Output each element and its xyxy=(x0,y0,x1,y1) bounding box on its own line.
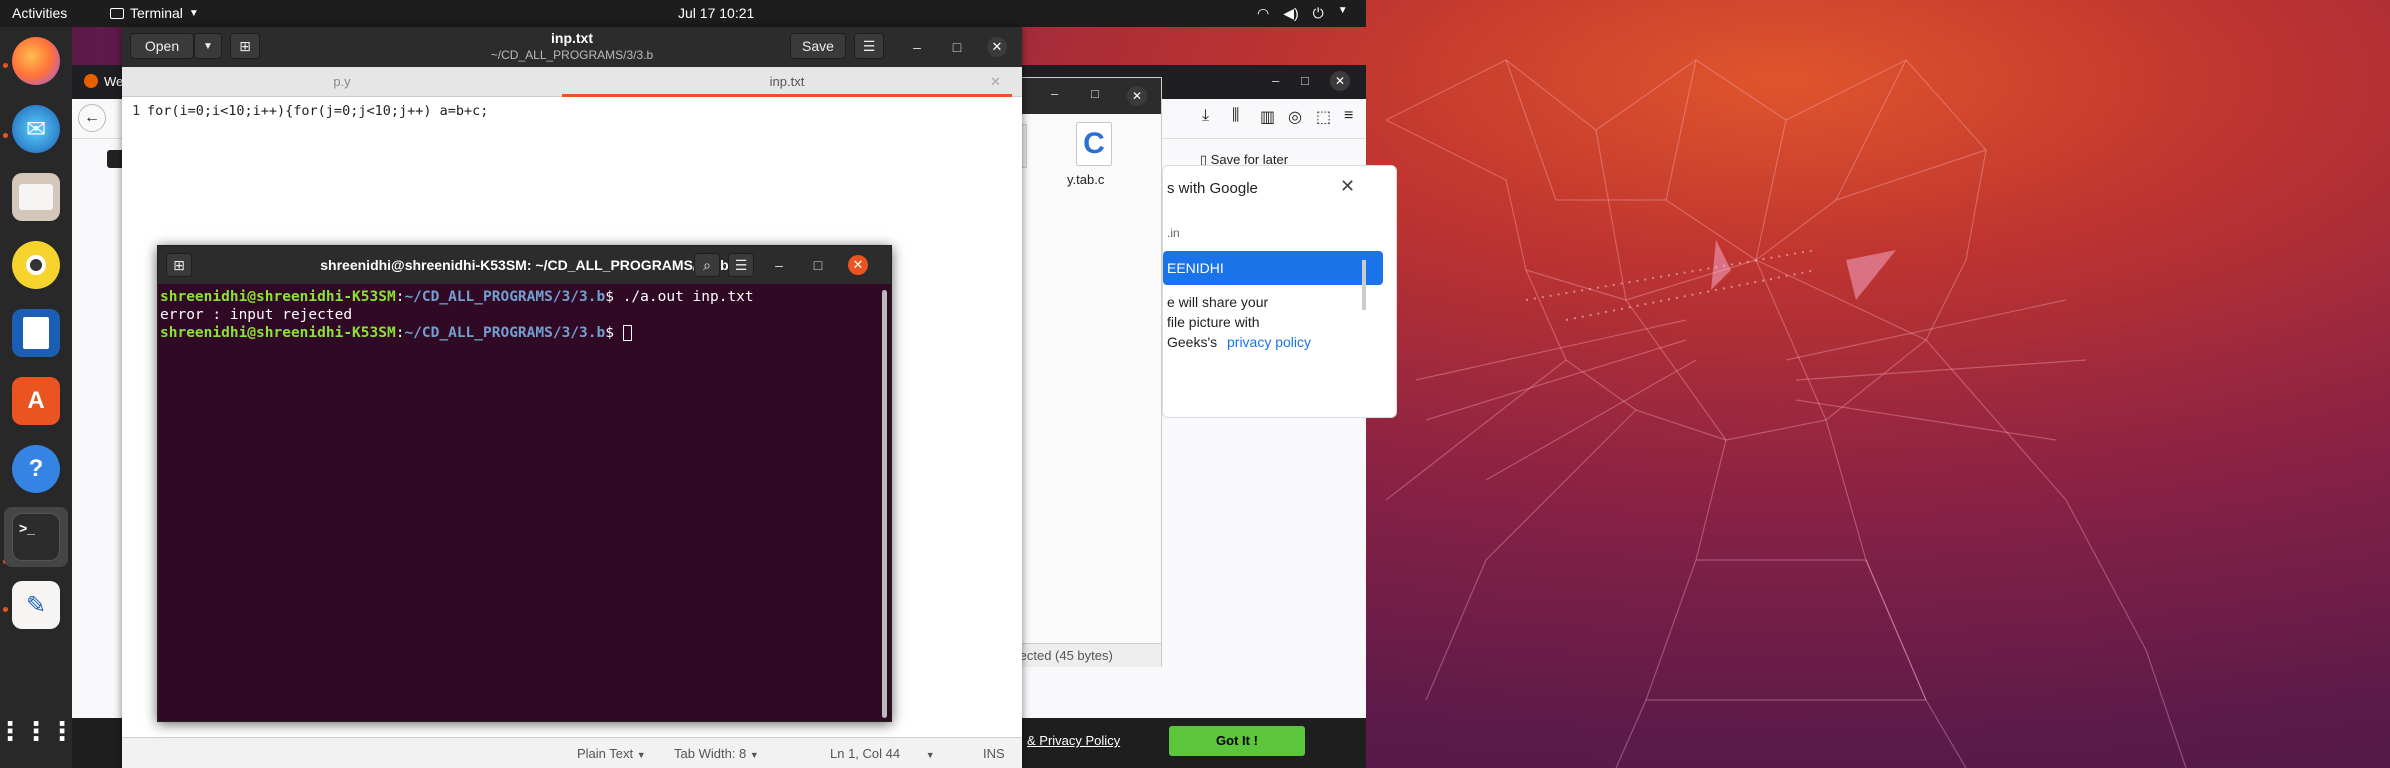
firefox-tab-title[interactable]: We xyxy=(104,74,123,89)
terminal-line: shreenidhi@shreenidhi-K53SM:~/CD_ALL_PRO… xyxy=(160,289,754,305)
firefox-icon[interactable] xyxy=(12,37,60,85)
tab-close-icon[interactable]: ✕ xyxy=(990,67,1001,97)
tray-caret-icon: ▼ xyxy=(1337,5,1348,16)
google-close-icon[interactable]: ✕ xyxy=(1340,176,1355,197)
google-signin-title: s with Google xyxy=(1167,180,1258,197)
terminal-search-button[interactable]: ⌕ xyxy=(694,253,720,277)
insert-mode-indicator[interactable]: INS xyxy=(983,746,1005,761)
terminal-close-icon[interactable]: ✕ xyxy=(848,255,868,275)
google-signin-text-1: e will share your xyxy=(1167,294,1269,310)
gedit-title: inp.txt xyxy=(551,30,593,46)
file-manager-window: – □ ✕ C y.tab.c selected (45 bytes) xyxy=(1000,77,1162,667)
software-icon[interactable]: A xyxy=(12,377,60,425)
gedit-headerbar: Open ▼ ⊞ inp.txt ~/CD_ALL_PROGRAMS/3/3.b… xyxy=(122,27,1022,67)
caret-down-icon: ▼ xyxy=(749,750,759,760)
running-indicator xyxy=(3,63,8,68)
gedit-maximize-icon[interactable]: □ xyxy=(947,37,967,57)
terminal-minimize-icon[interactable]: – xyxy=(769,255,789,275)
extensions-icon[interactable]: ⬚ xyxy=(1316,107,1331,127)
line-number: 1 xyxy=(132,103,141,119)
firefox-scrollbar[interactable] xyxy=(1362,260,1366,310)
terminal-line: error : input rejected xyxy=(160,307,353,323)
dock: ✉ A ? >_ ✎ ⋮⋮⋮ xyxy=(0,27,75,768)
terminal-maximize-icon[interactable]: □ xyxy=(808,255,828,275)
hamburger-icon: ☰ xyxy=(734,256,748,273)
tab-label: inp.txt xyxy=(769,74,805,89)
sidebar-icon[interactable]: ▥ xyxy=(1260,107,1275,127)
editor-line-1[interactable]: for(i=0;i<10;i++){for(j=0;j<10;j++) a=b+… xyxy=(147,103,488,119)
gedit-close-icon[interactable]: ✕ xyxy=(987,37,1007,57)
google-signin-text-3: Geeks's xyxy=(1167,334,1218,350)
power-icon: ⏻ xyxy=(1312,5,1324,21)
google-continue-button[interactable]: EENIDHI xyxy=(1163,251,1383,285)
google-signin-email: .in xyxy=(1167,226,1180,240)
cookie-accept-button[interactable]: Got It ! xyxy=(1169,726,1305,756)
files-maximize-icon[interactable]: □ xyxy=(1091,86,1099,101)
files-icon[interactable] xyxy=(12,173,60,221)
google-signin-text-2: file picture with xyxy=(1167,314,1260,330)
tab-width-selector[interactable]: Tab Width: 8 ▼ xyxy=(674,746,759,761)
text-editor-icon[interactable]: ✎ xyxy=(12,581,60,629)
gedit-minimize-icon[interactable]: – xyxy=(907,37,927,57)
terminal-window: ⊞ shreenidhi@shreenidhi-K53SM: ~/CD_ALL_… xyxy=(157,245,892,722)
top-bar: Activities Terminal ▼ Jul 17 10:21 ◠ ◀) … xyxy=(0,0,1366,27)
caret-down-icon: ▼ xyxy=(636,750,646,760)
hamburger-menu-icon[interactable]: ≡ xyxy=(1344,107,1353,125)
firefox-minimize-icon[interactable]: – xyxy=(1272,73,1279,88)
writer-icon[interactable] xyxy=(12,309,60,357)
activities-button[interactable]: Activities xyxy=(12,5,67,21)
terminal-small-icon xyxy=(110,7,124,19)
clock[interactable]: Jul 17 10:21 xyxy=(678,5,754,21)
caret-down-icon: ▼ xyxy=(925,750,935,760)
files-status-bar: selected (45 bytes) xyxy=(1001,643,1161,667)
terminal-icon[interactable]: >_ xyxy=(12,513,60,561)
cat-artwork xyxy=(1385,59,2187,768)
tab-inp-txt[interactable]: inp.txt ✕ xyxy=(562,67,1012,97)
terminal-cursor xyxy=(622,325,632,341)
wifi-icon: ◠ xyxy=(1257,5,1270,21)
app-menu[interactable]: Terminal ▼ xyxy=(110,5,199,21)
download-icon[interactable]: ⤓ xyxy=(1202,107,1209,125)
rhythmbox-icon[interactable] xyxy=(12,241,60,289)
files-minimize-icon[interactable]: – xyxy=(1051,86,1058,101)
c-file-icon[interactable]: C xyxy=(1076,122,1112,166)
terminal-output[interactable]: shreenidhi@shreenidhi-K53SM:~/CD_ALL_PRO… xyxy=(158,284,878,721)
syntax-selector[interactable]: Plain Text ▼ xyxy=(577,746,646,761)
cursor-position-selector[interactable]: Ln 1, Col 44 ▼ xyxy=(830,746,935,761)
cookie-privacy-link[interactable]: & Privacy Policy xyxy=(1027,733,1120,748)
system-tray[interactable]: ◠ ◀) ⏻ ▼ xyxy=(1257,5,1348,22)
firefox-tab-favicon xyxy=(84,74,98,88)
terminal-headerbar: ⊞ shreenidhi@shreenidhi-K53SM: ~/CD_ALL_… xyxy=(158,246,891,284)
account-icon[interactable]: ◎ xyxy=(1288,107,1302,127)
terminal-scrollbar[interactable] xyxy=(882,290,887,718)
secondary-monitor-wallpaper xyxy=(1366,0,2390,768)
gedit-menu-button[interactable]: ☰ xyxy=(854,33,884,59)
volume-icon: ◀) xyxy=(1283,5,1299,21)
running-indicator xyxy=(3,133,8,138)
caret-down-icon: ▼ xyxy=(188,7,199,19)
show-apps-icon[interactable]: ⋮⋮⋮ xyxy=(0,707,75,755)
gedit-tabbar: p.y inp.txt ✕ xyxy=(122,67,1022,97)
thunderbird-icon[interactable]: ✉ xyxy=(12,105,60,153)
terminal-menu-button[interactable]: ☰ xyxy=(728,253,754,277)
gedit-subtitle: ~/CD_ALL_PROGRAMS/3/3.b xyxy=(490,48,654,62)
gedit-statusbar: Plain Text ▼ Tab Width: 8 ▼ Ln 1, Col 44… xyxy=(122,737,1022,768)
app-menu-label: Terminal xyxy=(130,5,183,21)
library-icon[interactable]: ⫼ xyxy=(1232,107,1239,125)
file-manager-header: – □ ✕ xyxy=(1001,78,1161,114)
save-button[interactable]: Save xyxy=(790,33,846,59)
terminal-line: shreenidhi@shreenidhi-K53SM:~/CD_ALL_PRO… xyxy=(160,324,876,342)
help-icon[interactable]: ? xyxy=(12,445,60,493)
running-indicator xyxy=(3,607,8,612)
back-arrow-icon[interactable]: ← xyxy=(78,104,106,132)
tab-p-y[interactable]: p.y xyxy=(122,67,562,97)
hamburger-icon: ☰ xyxy=(862,37,876,54)
search-icon: ⌕ xyxy=(703,256,711,273)
file-name-label[interactable]: y.tab.c xyxy=(1067,172,1104,187)
firefox-close-icon[interactable]: ✕ xyxy=(1330,71,1350,91)
google-privacy-link[interactable]: privacy policy xyxy=(1227,334,1311,350)
files-close-icon[interactable]: ✕ xyxy=(1127,86,1147,106)
tab-label: p.y xyxy=(333,74,351,89)
firefox-maximize-icon[interactable]: □ xyxy=(1301,73,1309,88)
